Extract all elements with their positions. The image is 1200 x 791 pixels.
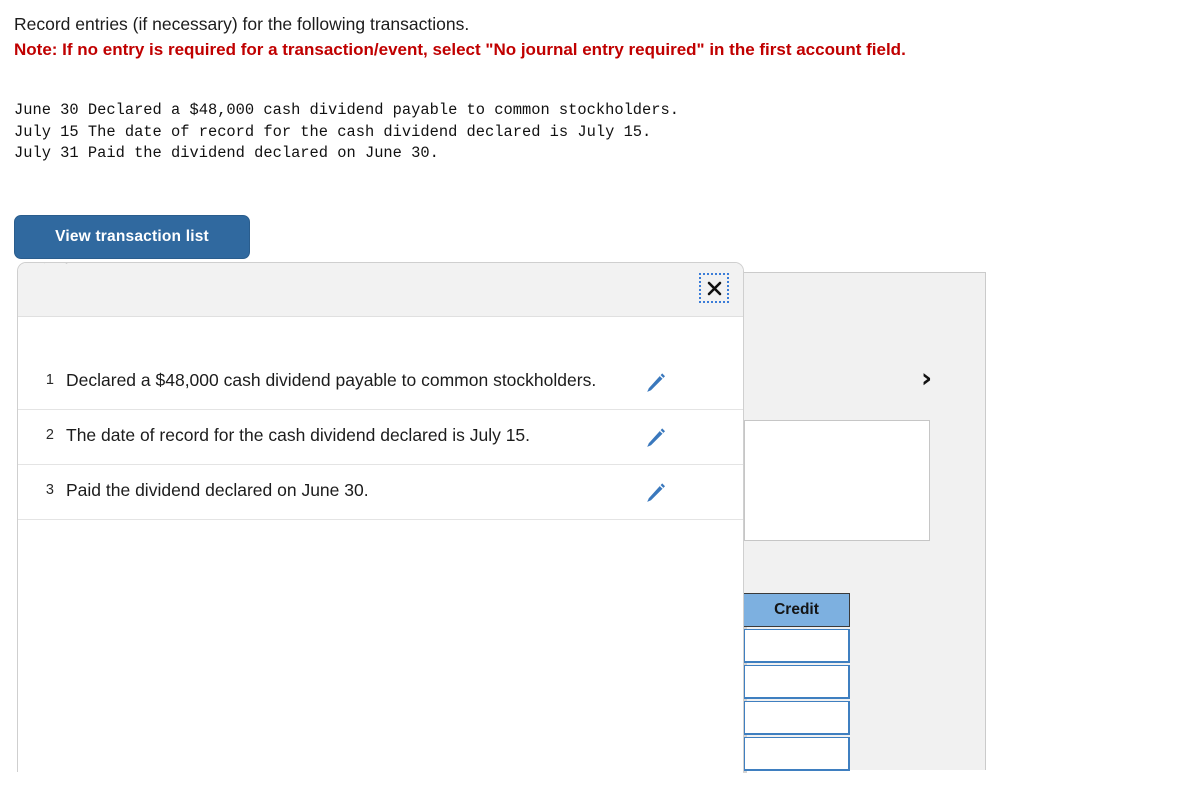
popup-notch [44, 263, 68, 264]
table-row[interactable]: 2 The date of record for the cash divide… [18, 410, 743, 465]
view-transaction-list-button[interactable]: View transaction list [14, 215, 250, 259]
credit-cell[interactable] [743, 737, 850, 771]
transaction-list-popup: 1 Declared a $48,000 cash dividend payab… [17, 262, 744, 772]
chevron-right-icon[interactable]: › [921, 365, 932, 392]
pencil-icon[interactable] [621, 368, 689, 396]
popup-empty-area [18, 520, 743, 710]
credit-cell[interactable] [743, 665, 850, 699]
instruction-line-1: Record entries (if necessary) for the fo… [14, 14, 470, 34]
credit-column: Credit [743, 593, 850, 771]
transaction-text-line-1: June 30 Declared a $48,000 cash dividend… [14, 101, 679, 119]
transaction-text-line-2: July 15 The date of record for the cash … [14, 122, 652, 141]
instruction-note: Note: If no entry is required for a tran… [14, 40, 906, 59]
table-row[interactable]: 1 Declared a $48,000 cash dividend payab… [18, 355, 743, 410]
instructions-block: Record entries (if necessary) for the fo… [14, 12, 1194, 62]
transaction-row-description: Declared a $48,000 cash dividend payable… [66, 370, 597, 390]
transaction-row-description: Paid the dividend declared on June 30. [66, 480, 369, 500]
credit-column-header[interactable]: Credit [743, 593, 850, 627]
popup-header [18, 263, 743, 317]
popup-body: 1 Declared a $48,000 cash dividend payab… [18, 317, 743, 710]
table-row[interactable]: 3 Paid the dividend declared on June 30. [18, 465, 743, 520]
transaction-row-number: 1 [45, 372, 54, 388]
credit-cell[interactable] [743, 701, 850, 735]
credit-cell[interactable] [743, 629, 850, 663]
journal-account-box[interactable] [744, 420, 930, 541]
transaction-text-line-3: July 31 Paid the dividend declared on Ju… [14, 144, 439, 162]
transaction-text-block: June 30 Declared a $48,000 cash dividend… [14, 100, 1174, 165]
pencil-icon[interactable] [621, 478, 689, 506]
close-icon[interactable] [699, 273, 729, 303]
transaction-row-number: 2 [45, 427, 54, 443]
transaction-row-number: 3 [45, 482, 54, 498]
journal-entry-panel: › Credit [742, 272, 986, 773]
pencil-icon[interactable] [621, 423, 689, 451]
transaction-row-description: The date of record for the cash dividend… [66, 425, 531, 445]
